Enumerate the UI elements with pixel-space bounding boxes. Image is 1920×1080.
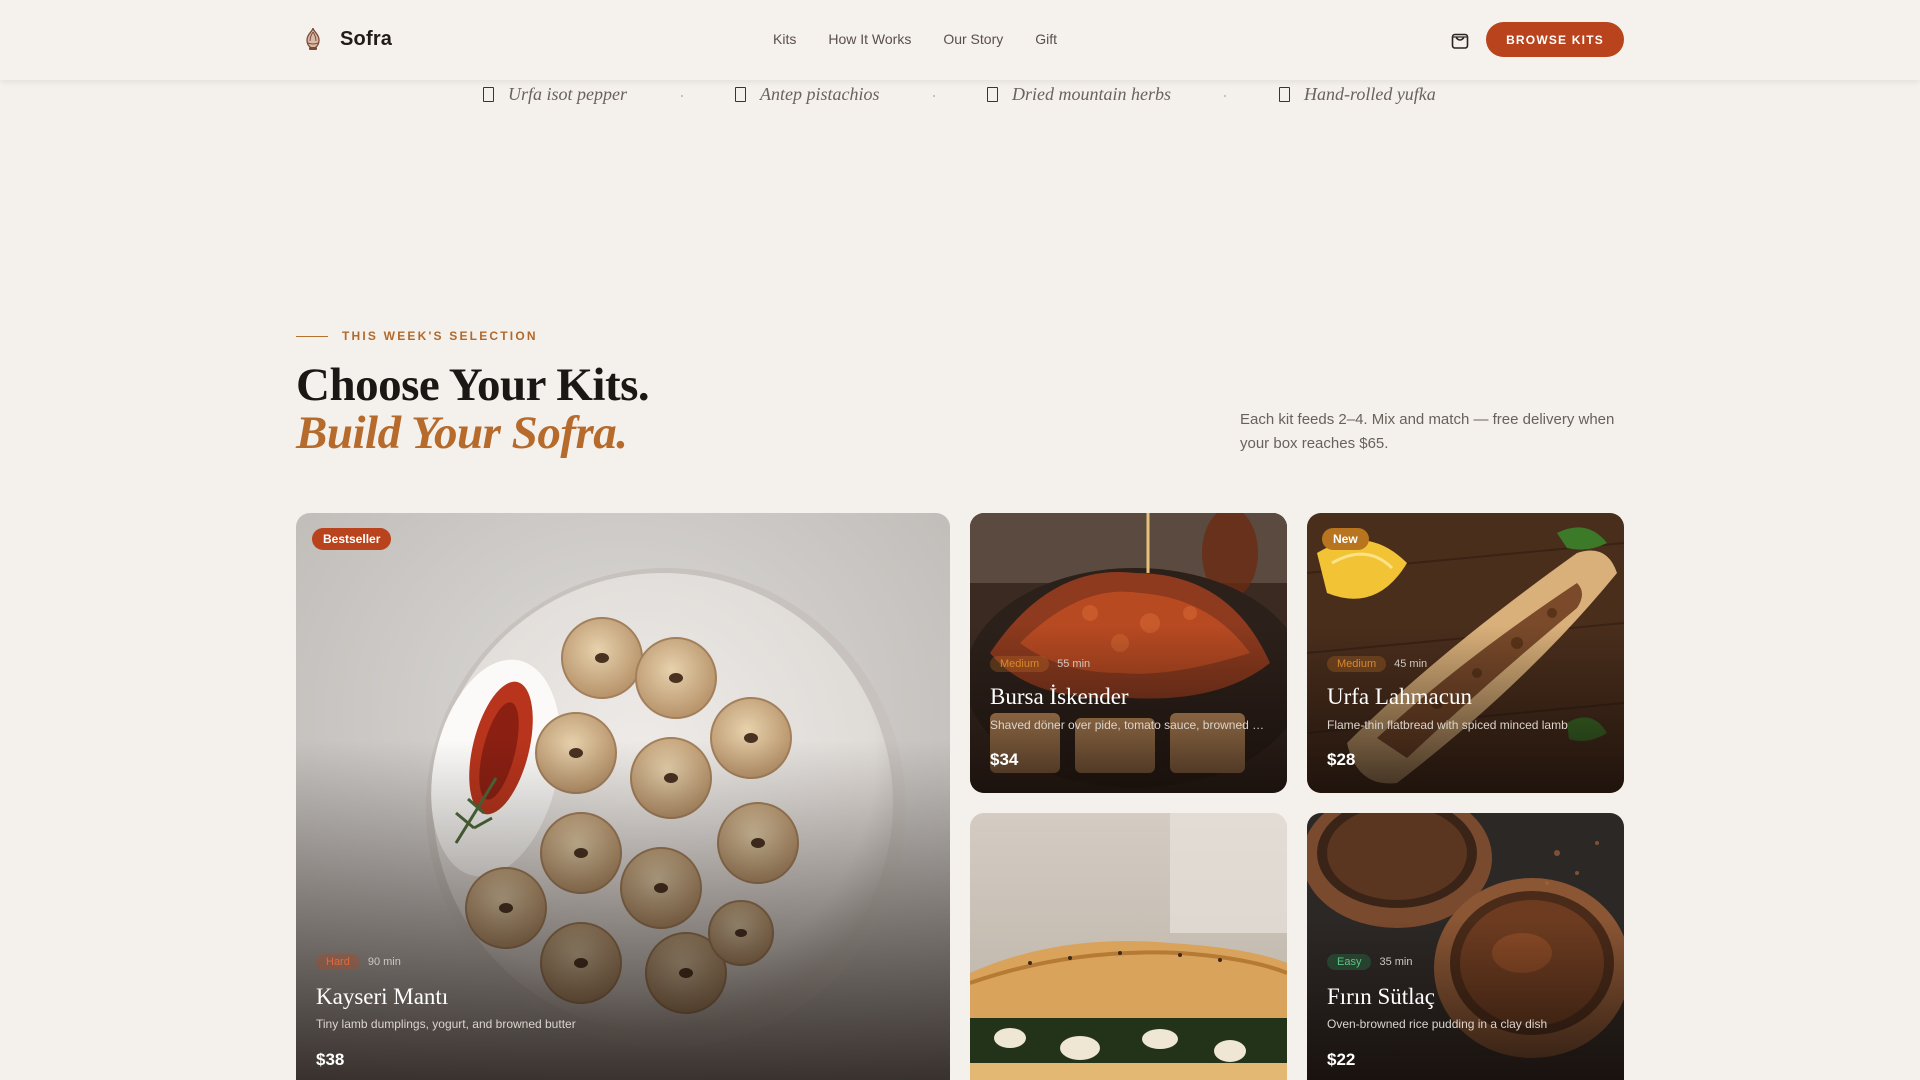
cook-time: 90 min [367, 956, 401, 968]
ingredient-item: Dried mountain herbs [987, 84, 1171, 105]
kit-name: Urfa Lahmacun [1327, 684, 1472, 709]
nav-item-our-story[interactable]: Our Story [943, 31, 1003, 47]
kit-meta: Medium 45 min [1327, 656, 1427, 672]
ingredient-item: Hand-rolled yufka [1279, 84, 1436, 105]
kit-meta: Medium 55 min [990, 656, 1090, 672]
kit-name: Fırın Sütlaç [1327, 984, 1435, 1009]
kit-card-firin-sutlac[interactable]: Easy 35 min Fırın Sütlaç Oven-browned ri… [1307, 813, 1624, 1080]
difficulty-pill: Medium [990, 656, 1050, 672]
kit-description: Flame-thin flatbread with spiced minced … [1327, 718, 1568, 732]
brand-logo[interactable]: Sofra [300, 26, 392, 52]
site-header: Sofra Kits How It Works Our Story Gift B… [0, 0, 1920, 80]
cook-time: 35 min [1379, 956, 1413, 968]
separator-dot [933, 95, 935, 97]
ingredient-strip: Urfa isot pepper Antep pistachios Dried … [0, 84, 1920, 110]
section-subtitle: Build Your Sofra. [296, 407, 628, 459]
shopping-bag-icon[interactable] [1449, 29, 1471, 51]
kit-card-borek[interactable] [970, 813, 1287, 1080]
kit-meta: Hard 90 min [316, 954, 401, 970]
cook-time: 45 min [1394, 658, 1428, 670]
new-badge: New [1322, 528, 1369, 550]
section-title: Choose Your Kits. [296, 359, 650, 411]
kit-card-urfa-lahmacun[interactable]: New Medium 45 min Urfa Lahmacun Flame-th… [1307, 513, 1624, 793]
eyebrow-rule [296, 335, 328, 337]
separator-dot [681, 95, 683, 97]
bestseller-badge: Bestseller [312, 528, 392, 550]
section-eyebrow: THIS WEEK'S SELECTION [296, 329, 538, 343]
kit-price: $34 [990, 750, 1019, 769]
difficulty-pill: Hard [316, 954, 360, 970]
brand-name: Sofra [340, 27, 393, 50]
section-intro: Each kit feeds 2–4. Mix and match — free… [1240, 411, 1615, 452]
borek-photo [970, 813, 1287, 1080]
kit-card-bursa-iskender[interactable]: Medium 55 min Bursa İskender Shaved döne… [970, 513, 1287, 793]
separator-dot [1224, 95, 1226, 97]
square-icon [1279, 87, 1290, 102]
browse-kits-button[interactable]: BROWSE KITS [1486, 22, 1624, 57]
square-icon [483, 87, 494, 102]
nav-item-gift[interactable]: Gift [1035, 31, 1057, 47]
kit-card-kayseri-manti[interactable]: Bestseller Hard 90 min Kayseri Mantı Tin… [296, 513, 950, 1080]
ingredient-item: Antep pistachios [735, 84, 880, 105]
kit-name: Bursa İskender [990, 684, 1129, 709]
kit-name: Kayseri Mantı [316, 984, 449, 1009]
kit-price: $28 [1327, 750, 1356, 769]
ingredient-item: Urfa isot pepper [483, 84, 627, 105]
main-nav: Kits How It Works Our Story Gift [773, 31, 1057, 47]
kit-price: $22 [1327, 1050, 1356, 1069]
nav-item-kits[interactable]: Kits [773, 31, 796, 47]
kit-price: $38 [316, 1050, 345, 1069]
kit-meta: Easy 35 min [1327, 954, 1413, 970]
kit-description: Oven-browned rice pudding in a clay dish [1327, 1017, 1548, 1031]
difficulty-pill: Medium [1327, 656, 1387, 672]
square-icon [987, 87, 998, 102]
square-icon [735, 87, 746, 102]
onion-dome-icon [306, 27, 320, 50]
kit-description: Shaved döner over pide, tomato sauce, br… [990, 718, 1266, 732]
nav-item-how-it-works[interactable]: How It Works [828, 31, 911, 47]
cook-time: 55 min [1057, 658, 1091, 670]
difficulty-pill: Easy [1327, 954, 1372, 970]
kit-description: Tiny lamb dumplings, yogurt, and browned… [316, 1017, 576, 1031]
